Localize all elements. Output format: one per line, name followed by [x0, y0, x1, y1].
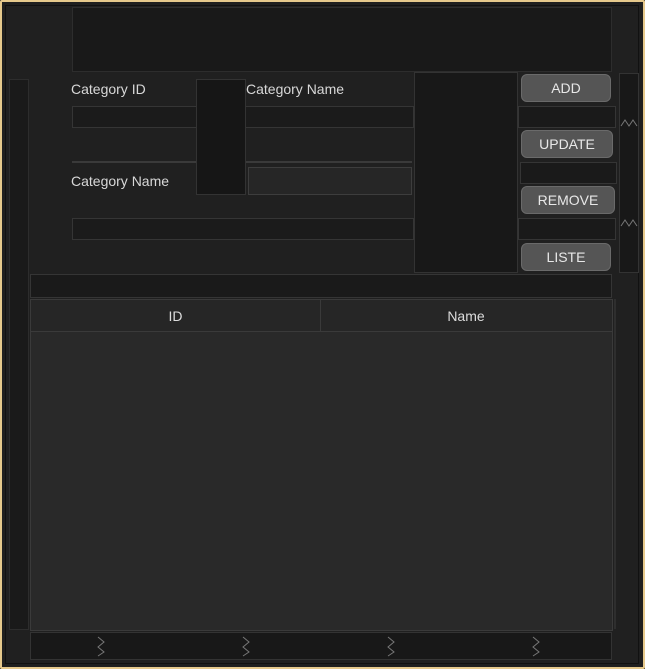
table-toolbar-strip [30, 274, 612, 298]
remove-button[interactable]: REMOVE [521, 186, 615, 214]
resize-grip-icon [620, 119, 638, 127]
table-header: ID Name [31, 300, 612, 332]
resize-grip-icon [532, 636, 540, 657]
resize-grip-icon [387, 636, 395, 657]
right-panel [414, 72, 518, 273]
left-splitter[interactable] [9, 79, 29, 630]
resize-grip-icon [242, 636, 250, 657]
category-name-label-2: Category Name [71, 173, 170, 189]
button-spacer-3 [518, 218, 616, 240]
category-name-field-2[interactable] [72, 218, 414, 240]
bottom-splitter[interactable] [30, 632, 612, 660]
category-name-input[interactable] [248, 167, 412, 195]
category-table[interactable]: ID Name [30, 299, 613, 631]
button-spacer-1 [518, 106, 616, 128]
category-name-label: Category Name [246, 81, 345, 97]
middle-column-panel [196, 79, 246, 195]
liste-button[interactable]: LISTE [521, 243, 611, 271]
button-spacer-2 [520, 162, 617, 184]
resize-grip-icon [620, 219, 638, 227]
category-id-label: Category ID [71, 81, 146, 97]
update-button[interactable]: UPDATE [521, 130, 613, 158]
right-splitter[interactable] [619, 73, 639, 273]
column-header-id[interactable]: ID [31, 300, 320, 331]
add-button[interactable]: ADD [521, 74, 611, 102]
column-header-name[interactable]: Name [321, 300, 611, 331]
header-panel [72, 7, 612, 72]
resize-grip-icon [97, 636, 105, 657]
table-right-border [614, 299, 616, 629]
